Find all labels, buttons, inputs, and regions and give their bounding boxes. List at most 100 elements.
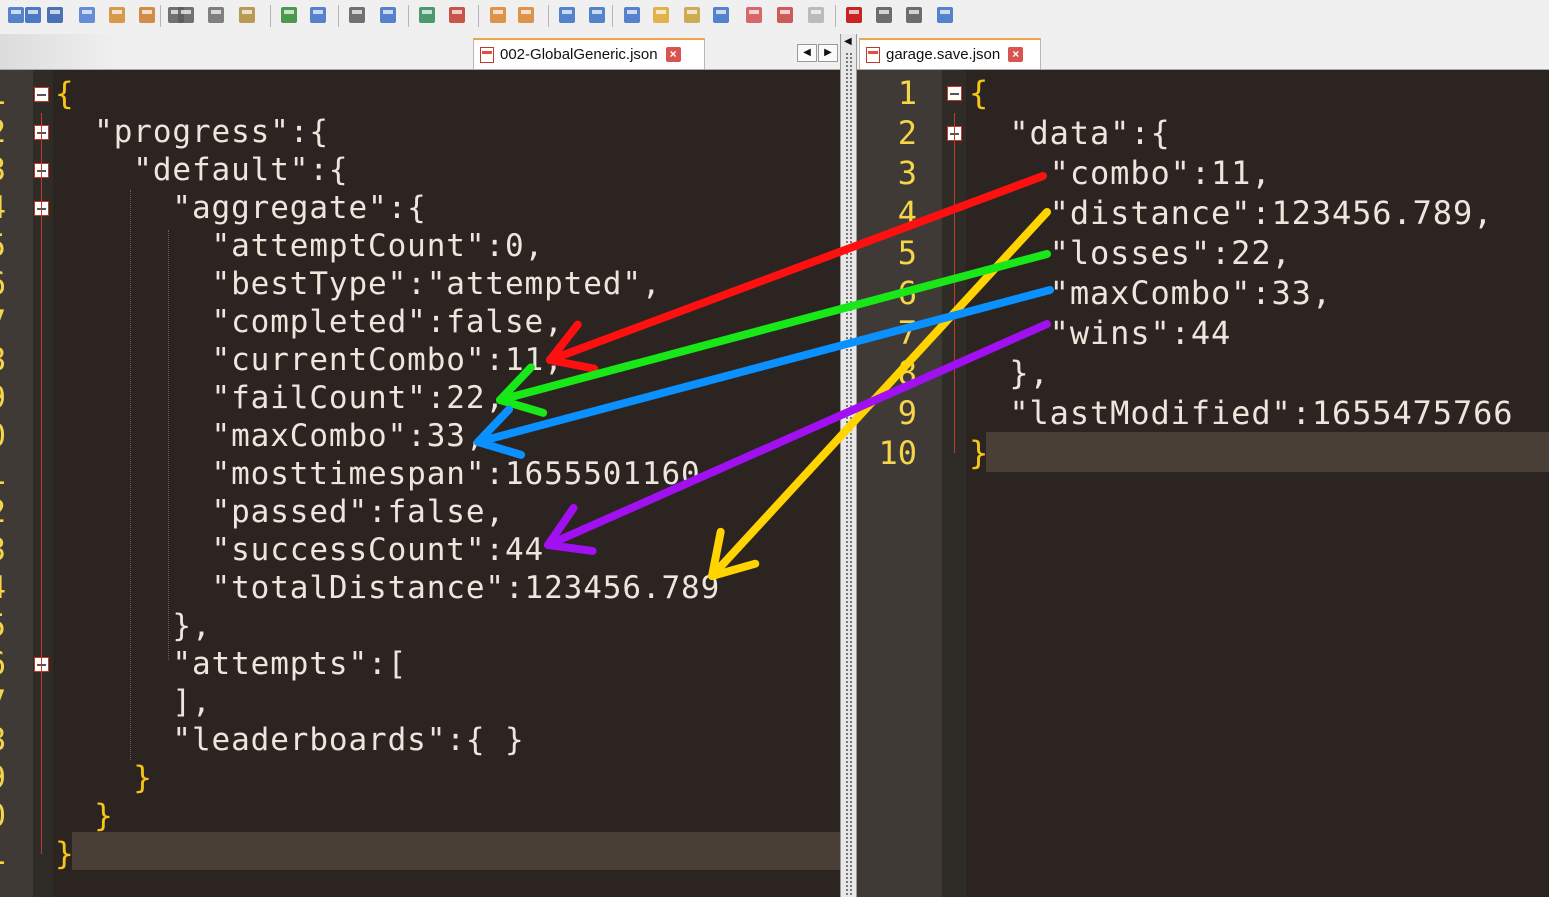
close-icon[interactable]	[106, 4, 128, 26]
zoom-in-icon[interactable]	[416, 4, 438, 26]
indent-guide	[130, 190, 131, 760]
code-line: "distance":123456.789,	[969, 194, 1494, 232]
cut-icon[interactable]	[175, 4, 197, 26]
tab-label: 002-GlobalGeneric.json	[500, 46, 658, 63]
code-line: "wins":44	[969, 314, 1232, 352]
code-line: }	[55, 836, 75, 872]
save-macro-icon[interactable]	[934, 4, 956, 26]
code-line: {	[55, 76, 75, 112]
line-number: 3	[0, 531, 6, 569]
code-line: "completed":false,	[55, 304, 564, 340]
line-number: 9	[0, 759, 6, 797]
tab-garage-save[interactable]: garage.save.json ×	[859, 38, 1041, 69]
line-number: 8	[0, 721, 6, 759]
doc-map-icon[interactable]	[681, 4, 703, 26]
toolbar-separator	[338, 5, 339, 27]
line-number: 1	[0, 75, 6, 113]
copy-icon[interactable]	[205, 4, 227, 26]
paste-icon[interactable]	[236, 4, 258, 26]
file-icon	[866, 46, 880, 63]
code-line: "combo":11,	[969, 154, 1272, 192]
code-line: "passed":false,	[55, 494, 505, 530]
line-number: 3	[897, 154, 917, 192]
user-language-icon[interactable]	[650, 4, 672, 26]
zoom-out-icon[interactable]	[446, 4, 468, 26]
tab-scroll-left-button[interactable]: ◀	[797, 44, 817, 62]
sync-vertical-icon[interactable]	[487, 4, 509, 26]
word-wrap-icon[interactable]	[556, 4, 578, 26]
code-line: "totalDistance":123456.789	[55, 570, 721, 606]
line-number: 7	[0, 683, 6, 721]
main-toolbar	[0, 0, 1549, 35]
run-macro-multiple-icon[interactable]	[903, 4, 925, 26]
line-number: 1	[897, 74, 917, 112]
chevron-left-icon: ◀	[844, 36, 852, 47]
line-number: 2	[0, 493, 6, 531]
line-number: 4	[897, 194, 917, 232]
monitoring-icon[interactable]	[774, 4, 796, 26]
code-line: "attempts":[	[55, 646, 408, 682]
code-line: "aggregate":{	[55, 190, 427, 226]
line-number: 1	[0, 455, 6, 493]
code-line: "data":{	[969, 114, 1171, 152]
line-number: 6	[897, 274, 917, 312]
line-number: 2	[0, 113, 6, 151]
record-macro-icon[interactable]	[805, 4, 827, 26]
folder-workspace-icon[interactable]	[743, 4, 765, 26]
line-number: 1	[0, 835, 6, 873]
indent-guide-icon[interactable]	[621, 4, 643, 26]
line-number: 5	[0, 607, 6, 645]
line-number: 0	[0, 417, 6, 455]
line-number: 8	[897, 354, 917, 392]
line-number: 6	[0, 265, 6, 303]
line-number: 6	[0, 645, 6, 683]
line-number: 10	[878, 434, 917, 472]
tab-scroll-right-button[interactable]: ▶	[818, 44, 838, 62]
toolbar-separator	[548, 5, 549, 27]
view-splitter[interactable]: ◀	[840, 34, 857, 897]
code-line: },	[55, 608, 212, 644]
open-file-icon[interactable]	[22, 4, 44, 26]
function-list-icon[interactable]	[710, 4, 732, 26]
play-macro-icon[interactable]	[873, 4, 895, 26]
line-number: 7	[0, 303, 6, 341]
line-number: 3	[0, 151, 6, 189]
code-line: "default":{	[55, 152, 349, 188]
toolbar-separator	[478, 5, 479, 27]
toolbar-separator	[270, 5, 271, 27]
close-tab-icon[interactable]: ×	[1008, 47, 1024, 62]
right-tab-bar: garage.save.json ×	[857, 34, 1549, 70]
tab-label: garage.save.json	[886, 46, 1001, 63]
toolbar-separator	[160, 5, 161, 27]
code-line: "currentCombo":11,	[55, 342, 564, 378]
close-tab-icon[interactable]: ×	[665, 47, 681, 62]
line-number: 5	[0, 227, 6, 265]
left-tab-bar: 002-GlobalGeneric.json × ◀ ▶	[0, 34, 840, 70]
close-all-icon[interactable]	[136, 4, 158, 26]
line-number: 4	[0, 569, 6, 607]
save-icon[interactable]	[44, 4, 66, 26]
tab-global-generic[interactable]: 002-GlobalGeneric.json ×	[473, 38, 705, 69]
right-editor[interactable]: 1 {2 "data":{3 "combo":11, 4 "distance":12…	[857, 70, 1549, 897]
undo-icon[interactable]	[278, 4, 300, 26]
code-line: "leaderboards":{ }	[55, 722, 525, 758]
show-all-chars-icon[interactable]	[586, 4, 608, 26]
sync-horizontal-icon[interactable]	[515, 4, 537, 26]
fold-line	[954, 113, 955, 453]
code-line: "lastModified":1655475766	[969, 394, 1514, 432]
toolbar-separator	[612, 5, 613, 27]
line-number: 9	[0, 379, 6, 417]
replace-icon[interactable]	[377, 4, 399, 26]
indent-guide	[168, 230, 169, 660]
find-icon[interactable]	[346, 4, 368, 26]
current-line-highlight	[72, 832, 840, 870]
code-line: ],	[55, 684, 212, 720]
current-line-highlight	[986, 432, 1549, 472]
fold-toggle-icon[interactable]	[947, 85, 962, 101]
left-editor[interactable]: 1 {2 "progress":{3 "default":{4 "aggregat…	[0, 70, 840, 897]
save-all-icon[interactable]	[76, 4, 98, 26]
redo-icon[interactable]	[307, 4, 329, 26]
stop-macro-icon[interactable]	[843, 4, 865, 26]
toolbar-separator	[835, 5, 836, 27]
fold-toggle-icon[interactable]	[34, 86, 49, 102]
